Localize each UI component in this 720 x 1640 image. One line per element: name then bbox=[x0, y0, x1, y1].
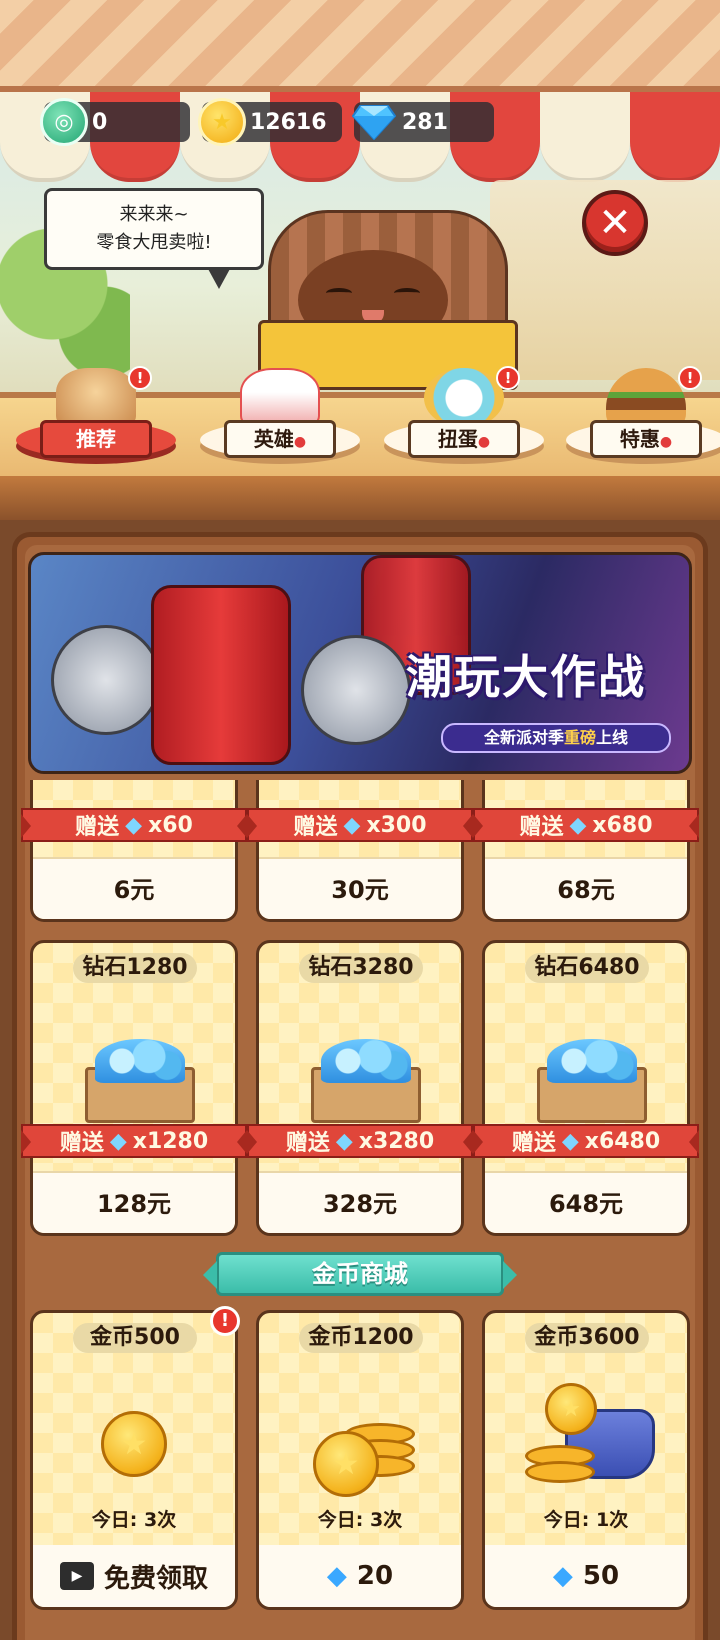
gift-ribbon: 赠送 ◆ x680 bbox=[473, 808, 699, 842]
free-claim-button[interactable]: ▶ 免费领取 bbox=[33, 1545, 235, 1607]
gem-crates-icon bbox=[303, 1029, 423, 1123]
npc-speech-bubble: 来来来~ 零食大甩卖啦! bbox=[44, 188, 264, 289]
daily-limit: 今日: 1次 bbox=[543, 1509, 629, 1531]
diamond-icon: ◆ bbox=[552, 1561, 573, 1591]
awning bbox=[0, 0, 720, 92]
coin-product-3600[interactable]: 金币3600 ★ 今日: 1次 ◆ 50 bbox=[482, 1310, 690, 1610]
diamond-icon: ◆ bbox=[335, 1128, 353, 1154]
gem-product-3280[interactable]: 钻石3280 328元 bbox=[256, 940, 464, 1236]
currency-bar: ◎ 0 ★ 12616 281 bbox=[40, 98, 494, 146]
gem-box-icon bbox=[77, 1029, 197, 1123]
gem-product-1280[interactable]: 钻石1280 128元 bbox=[30, 940, 238, 1236]
tab-label: 特惠● bbox=[590, 420, 702, 458]
video-ad-icon: ▶ bbox=[59, 1562, 94, 1590]
gem-product-68[interactable]: 68元 bbox=[482, 780, 690, 922]
tab-heroes[interactable]: 英雄● bbox=[200, 360, 360, 470]
product-title: 金币500 bbox=[73, 1323, 197, 1353]
gift-ribbon: 赠送 ◆ x60 bbox=[21, 808, 247, 842]
ticket-counter[interactable]: ◎ 0 bbox=[40, 98, 190, 146]
coin-product-500[interactable]: 金币500 ★ 今日: 3次 ▶ 免费领取 bbox=[30, 1310, 238, 1610]
product-title: 钻石6480 bbox=[525, 953, 649, 983]
tab-special-offer[interactable]: ! 特惠● bbox=[566, 360, 720, 470]
gold-coin-icon: ★ bbox=[313, 1431, 379, 1497]
diamond-icon: ◆ bbox=[561, 1128, 579, 1154]
gem-product-6[interactable]: 6元 bbox=[30, 780, 238, 922]
diamond-icon bbox=[350, 98, 398, 146]
product-price: 30元 bbox=[259, 857, 461, 919]
coin-shop-title: 金币商城 bbox=[203, 1252, 517, 1296]
event-banner[interactable]: 潮玩大作战 全新派对季重磅上线 bbox=[28, 552, 692, 774]
gem-product-6480[interactable]: 钻石6480 648元 bbox=[482, 940, 690, 1236]
banner-title: 潮玩大作战 bbox=[406, 650, 646, 704]
close-button[interactable]: ✕ bbox=[582, 190, 648, 256]
product-title: 钻石1280 bbox=[73, 953, 197, 983]
gem-cart-icon bbox=[529, 1029, 649, 1123]
daily-limit: 今日: 3次 bbox=[317, 1509, 403, 1531]
tab-label: 扭蛋● bbox=[408, 420, 520, 458]
gem-product-30[interactable]: 30元 bbox=[256, 780, 464, 922]
gift-ribbon: 赠送 ◆ x3280 bbox=[247, 1124, 473, 1158]
counter-edge bbox=[0, 476, 720, 520]
gift-ribbon: 赠送 ◆ x300 bbox=[247, 808, 473, 842]
gatling-left bbox=[51, 625, 161, 735]
product-title: 金币1200 bbox=[299, 1323, 423, 1353]
speech-line-2: 零食大甩卖啦! bbox=[96, 232, 212, 253]
tab-recommended[interactable]: ! 推荐 bbox=[16, 360, 176, 470]
strawberry-icon: ● bbox=[659, 434, 673, 450]
gold-counter[interactable]: ★ 12616 bbox=[198, 98, 342, 146]
tab-gacha[interactable]: ! 扭蛋● bbox=[384, 360, 544, 470]
gold-coin-icon: ★ bbox=[198, 98, 246, 146]
tab-label: 推荐 bbox=[40, 420, 152, 458]
buy-with-gems-button[interactable]: ◆ 50 bbox=[485, 1545, 687, 1607]
product-title: 金币3600 bbox=[525, 1323, 649, 1353]
strawberry-icon: ● bbox=[293, 434, 307, 450]
close-icon: ✕ bbox=[598, 200, 632, 246]
tab-label: 英雄● bbox=[224, 420, 336, 458]
product-price: 6元 bbox=[33, 857, 235, 919]
gold-coin-icon: ★ bbox=[101, 1411, 167, 1477]
category-tabs: ! 推荐 英雄● ! 扭蛋● ! 特惠● bbox=[0, 360, 720, 470]
buy-with-gems-button[interactable]: ◆ 20 bbox=[259, 1545, 461, 1607]
diamond-icon: ◆ bbox=[326, 1561, 347, 1591]
daily-limit: 今日: 3次 bbox=[91, 1509, 177, 1531]
diamond-icon: ◆ bbox=[125, 812, 143, 838]
product-price: 128元 bbox=[33, 1171, 235, 1233]
gem-amount: 281 bbox=[402, 109, 448, 135]
strawberry-icon: ● bbox=[477, 434, 491, 450]
alert-icon: ! bbox=[128, 366, 152, 390]
product-price: 68元 bbox=[485, 857, 687, 919]
soda-can-mascot bbox=[151, 585, 291, 765]
product-price: 328元 bbox=[259, 1171, 461, 1233]
ticket-icon: ◎ bbox=[40, 98, 88, 146]
ticket-amount: 0 bbox=[92, 109, 108, 135]
speech-line-1: 来来来~ bbox=[119, 204, 189, 225]
product-title: 钻石3280 bbox=[299, 953, 423, 983]
alert-icon: ! bbox=[496, 366, 520, 390]
product-price: 648元 bbox=[485, 1171, 687, 1233]
gold-coin-icon: ★ bbox=[545, 1383, 597, 1435]
gift-ribbon: 赠送 ◆ x6480 bbox=[473, 1124, 699, 1158]
diamond-icon: ◆ bbox=[569, 812, 587, 838]
banner-subtitle: 全新派对季重磅上线 bbox=[441, 723, 671, 753]
gift-ribbon: 赠送 ◆ x1280 bbox=[21, 1124, 247, 1158]
coin-product-1200[interactable]: 金币1200 ★ 今日: 3次 ◆ 20 bbox=[256, 1310, 464, 1610]
alert-icon: ! bbox=[210, 1306, 240, 1336]
gold-amount: 12616 bbox=[250, 109, 327, 135]
gem-counter[interactable]: 281 bbox=[352, 102, 494, 142]
alert-icon: ! bbox=[678, 366, 702, 390]
diamond-icon: ◆ bbox=[109, 1128, 127, 1154]
diamond-icon: ◆ bbox=[343, 812, 361, 838]
